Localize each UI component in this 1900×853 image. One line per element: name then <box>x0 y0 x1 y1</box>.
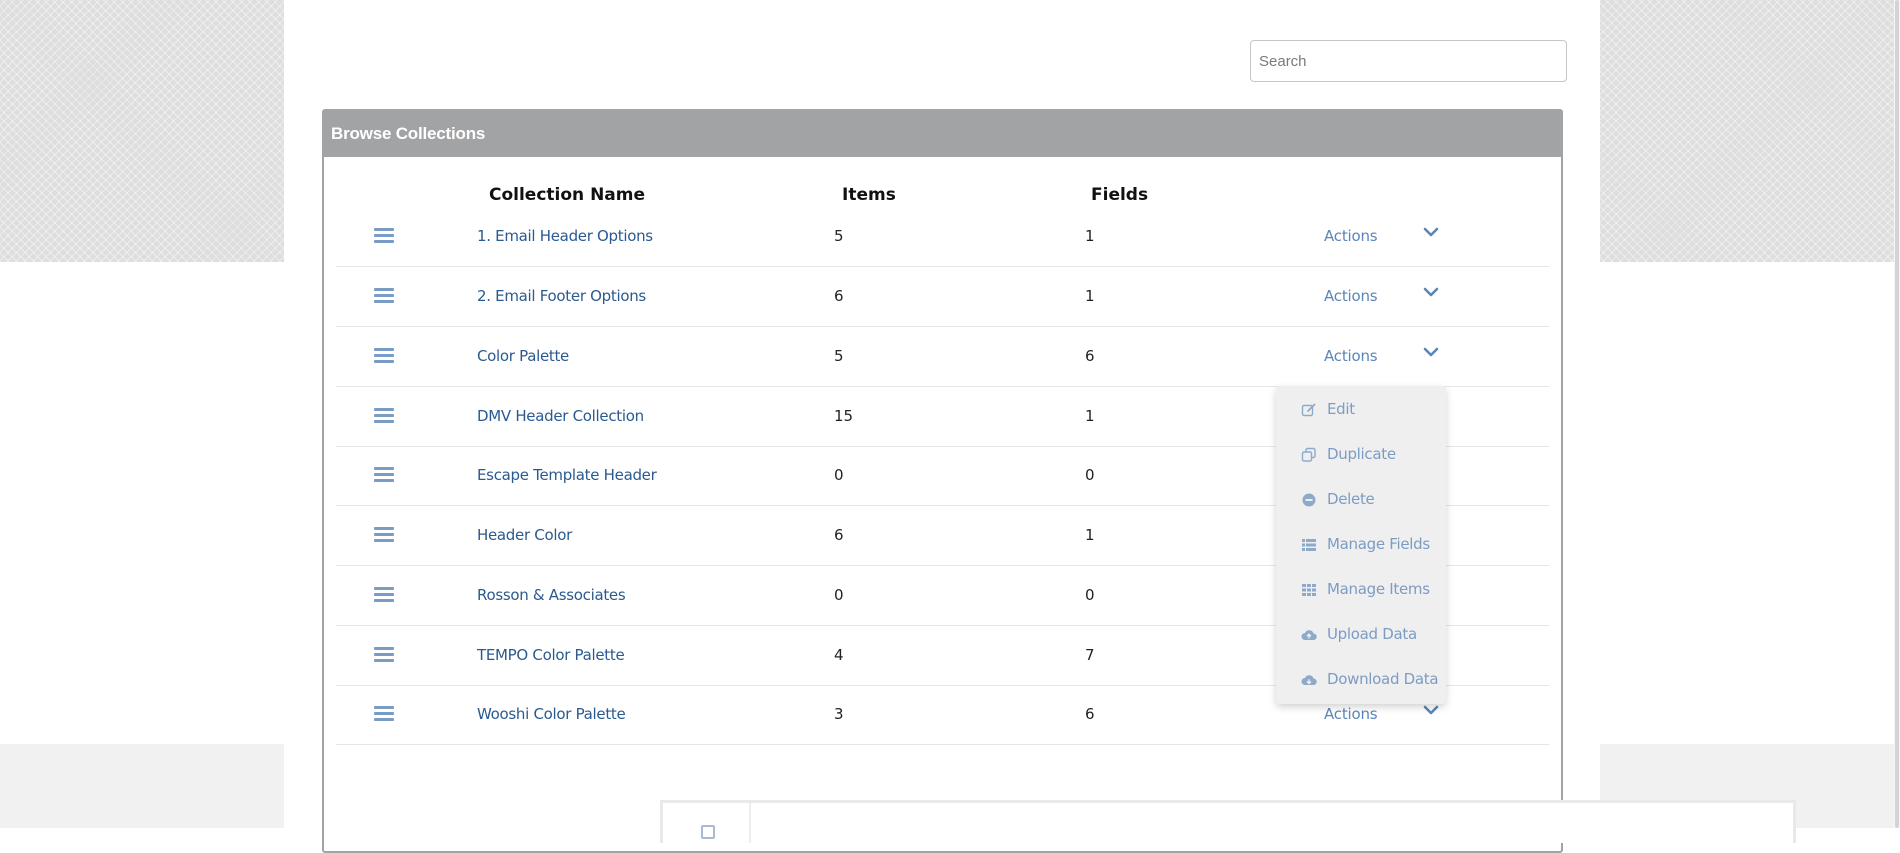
scrollbar[interactable] <box>1894 0 1900 828</box>
collection-name-link[interactable]: Wooshi Color Palette <box>477 705 626 723</box>
fields-count: 1 <box>1085 526 1095 544</box>
drag-handle-icon[interactable] <box>374 408 394 424</box>
menu-item-upload-data[interactable]: Upload Data <box>1276 616 1446 656</box>
fields-count: 0 <box>1085 466 1095 484</box>
table-row: Color Palette 5 6 Actions <box>336 327 1549 387</box>
column-header-fields: Fields <box>1091 185 1149 205</box>
actions-dropdown-menu: Edit Duplicate Delete Manage Fields Manage I… <box>1276 386 1446 704</box>
grid-icon <box>1301 582 1317 598</box>
fields-count: 6 <box>1085 347 1095 365</box>
fields-count: 1 <box>1085 227 1095 245</box>
menu-item-delete[interactable]: Delete <box>1276 481 1446 521</box>
drag-handle-icon[interactable] <box>374 288 394 304</box>
items-count: 15 <box>834 407 854 425</box>
cloud-download-icon <box>1301 672 1317 688</box>
fields-count: 6 <box>1085 705 1095 723</box>
items-count: 3 <box>834 705 844 723</box>
collection-name-link[interactable]: DMV Header Collection <box>477 407 644 425</box>
fields-count: 7 <box>1085 646 1095 664</box>
menu-item-duplicate[interactable]: Duplicate <box>1276 436 1446 476</box>
column-header-name: Collection Name <box>489 185 646 205</box>
items-count: 4 <box>834 646 844 664</box>
cloud-upload-icon <box>1301 627 1317 643</box>
menu-item-manage-items[interactable]: Manage Items <box>1276 571 1446 611</box>
drag-handle-icon[interactable] <box>374 706 394 722</box>
list-icon <box>1301 537 1317 553</box>
chevron-down-icon[interactable] <box>1421 342 1441 362</box>
menu-item-label: Edit <box>1327 400 1355 418</box>
menu-item-label: Upload Data <box>1327 625 1417 643</box>
fields-count: 1 <box>1085 407 1095 425</box>
chevron-down-icon[interactable] <box>1421 222 1441 242</box>
table-row: 1. Email Header Options 5 1 Actions <box>336 207 1549 267</box>
scrollbar-thumb[interactable] <box>1895 0 1899 828</box>
fields-count: 1 <box>1085 287 1095 305</box>
menu-item-label: Delete <box>1327 490 1375 508</box>
actions-button[interactable]: Actions <box>1324 705 1378 723</box>
drag-handle-icon[interactable] <box>374 228 394 244</box>
menu-item-edit[interactable]: Edit <box>1276 391 1446 431</box>
menu-item-label: Manage Fields <box>1327 535 1430 553</box>
actions-button[interactable]: Actions <box>1324 227 1378 245</box>
table-row: 2. Email Footer Options 6 1 Actions <box>336 267 1549 327</box>
search-input[interactable] <box>1250 40 1567 82</box>
items-count: 5 <box>834 227 844 245</box>
chevron-down-icon[interactable] <box>1421 282 1441 302</box>
collection-name-link[interactable]: TEMPO Color Palette <box>477 646 625 664</box>
collection-name-link[interactable]: 1. Email Header Options <box>477 227 653 245</box>
items-count: 0 <box>834 586 844 604</box>
menu-item-label: Duplicate <box>1327 445 1396 463</box>
menu-item-manage-fields[interactable]: Manage Fields <box>1276 526 1446 566</box>
drag-handle-icon[interactable] <box>374 527 394 543</box>
collection-name-link[interactable]: 2. Email Footer Options <box>477 287 646 305</box>
items-count: 6 <box>834 287 844 305</box>
menu-item-label: Download Data <box>1327 670 1439 688</box>
column-header-items: Items <box>842 185 896 205</box>
drag-handle-icon[interactable] <box>374 647 394 663</box>
collection-name-link[interactable]: Color Palette <box>477 347 569 365</box>
drag-handle-icon[interactable] <box>374 348 394 364</box>
card-title: Browse Collections <box>324 111 1561 157</box>
drag-handle-icon[interactable] <box>374 467 394 483</box>
minus-circle-icon <box>1301 492 1317 508</box>
drag-handle-icon[interactable] <box>374 587 394 603</box>
items-count: 5 <box>834 347 844 365</box>
collection-name-link[interactable]: Escape Template Header <box>477 466 657 484</box>
collection-name-link[interactable]: Rosson & Associates <box>477 586 626 604</box>
collection-name-link[interactable]: Header Color <box>477 526 572 544</box>
actions-button[interactable]: Actions <box>1324 287 1378 305</box>
items-count: 6 <box>834 526 844 544</box>
menu-item-label: Manage Items <box>1327 580 1430 598</box>
duplicate-icon <box>1301 447 1317 463</box>
actions-button[interactable]: Actions <box>1324 347 1378 365</box>
divider <box>749 803 751 843</box>
menu-item-download-data[interactable]: Download Data <box>1276 661 1446 701</box>
fields-count: 0 <box>1085 586 1095 604</box>
bottom-panel <box>660 800 1796 843</box>
edit-icon <box>1301 402 1317 418</box>
items-count: 0 <box>834 466 844 484</box>
checkbox-icon[interactable] <box>701 825 715 839</box>
